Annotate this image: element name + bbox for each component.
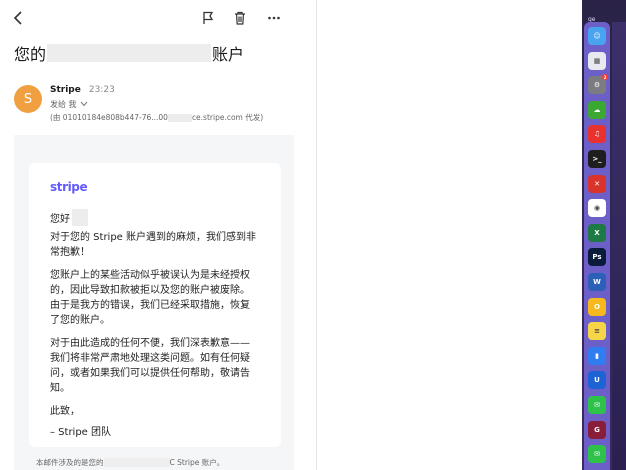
- excel-icon[interactable]: X: [588, 223, 606, 242]
- greeting: 您好: [50, 208, 259, 226]
- chevron-down-icon: [80, 100, 88, 109]
- message-card: stripe 您好 对于您的 Stripe 账户遇到的麻烦，我们感到非常抱歉！ …: [29, 163, 281, 447]
- subject-prefix: 您的: [14, 45, 47, 64]
- redacted-block: [167, 113, 192, 122]
- email-reader-pane: 您的 账户 S Stripe 23:23 发给 我 (由 01010184e80…: [0, 0, 316, 470]
- dock: ☺ ▦ ⚙ 2 ☁ ♫ >_ ✕ ◉ X Ps W O ≡ ▮ U ✉ G ✉: [584, 22, 610, 470]
- sent-time: 23:23: [88, 85, 115, 95]
- blue-app-icon[interactable]: ▮: [588, 346, 606, 365]
- greeting-text: 您好: [50, 213, 70, 225]
- notes-icon[interactable]: ≡: [588, 322, 606, 341]
- chrome-icon[interactable]: ◉: [588, 199, 606, 218]
- pane-divider: [316, 0, 317, 470]
- paragraph-signature: – Stripe 团队: [50, 427, 112, 438]
- yellow-app-icon[interactable]: O: [588, 297, 606, 316]
- green-cloud-app-icon[interactable]: ☁: [588, 100, 606, 119]
- system-settings-icon[interactable]: ⚙ 2: [588, 74, 608, 95]
- wechat-work-icon[interactable]: ✉: [588, 445, 606, 464]
- redacted-block: [103, 458, 170, 467]
- footer-prefix: 本邮件涉及的是您的: [36, 458, 104, 467]
- photoshop-icon[interactable]: Ps: [588, 248, 606, 267]
- recipient-label: 发给 我: [50, 100, 77, 109]
- terminal-icon[interactable]: >_: [588, 150, 606, 168]
- sender-avatar[interactable]: S: [14, 85, 42, 113]
- email-subject: 您的 账户: [14, 41, 244, 65]
- more-horizontal-icon[interactable]: [264, 8, 284, 28]
- u-app-icon[interactable]: U: [588, 371, 606, 390]
- footer-suffix: C Stripe 账户。: [169, 458, 225, 467]
- recipient-toggle[interactable]: 发给 我: [50, 99, 88, 110]
- sent-via-line: (由 01010184e808b447-76...00 ce.stripe.co…: [50, 112, 263, 123]
- footer-note: 本邮件涉及的是您的 C Stripe 账户。: [36, 457, 224, 468]
- red-remote-app-icon[interactable]: ✕: [588, 174, 606, 193]
- dock-edge: [612, 22, 626, 470]
- redacted-block: [72, 208, 88, 226]
- paragraph-contact: 对于由此造成的任何不便，我们深表歉意——我们将非常严肃地处理这类问题。如有任何疑…: [50, 338, 250, 394]
- via-prefix: (由 01010184e808b447-76...00: [50, 113, 168, 122]
- paragraph-closing: 此致，: [50, 406, 80, 417]
- wechat-icon[interactable]: ✉: [588, 396, 606, 414]
- redacted-block: [47, 44, 212, 62]
- via-suffix: ce.stripe.com 代发): [191, 113, 264, 122]
- subject-suffix: 账户: [212, 45, 245, 64]
- paragraph-restored: 您账户上的某些活动似乎被误认为是未经授权的，因此导致扣款被拒以及您的账户被废除。…: [50, 270, 250, 326]
- paragraph-apology: 对于您的 Stripe 账户遇到的麻烦，我们感到非常抱歉！: [50, 232, 257, 258]
- red-audio-app-icon[interactable]: ♫: [588, 125, 606, 144]
- finder-icon[interactable]: ☺: [588, 27, 606, 45]
- sender-name[interactable]: Stripe: [50, 85, 81, 95]
- pdf-app-icon[interactable]: G: [588, 420, 606, 439]
- email-body: stripe 您好 对于您的 Stripe 账户遇到的麻烦，我们感到非常抱歉！ …: [14, 135, 294, 470]
- stripe-logo: stripe: [50, 180, 88, 194]
- trash-icon[interactable]: [230, 8, 250, 28]
- flag-icon[interactable]: [198, 8, 218, 28]
- launchpad-icon[interactable]: ▦: [588, 51, 606, 70]
- sender-line: Stripe 23:23: [50, 85, 115, 95]
- notification-badge: 2: [602, 74, 608, 81]
- word-icon[interactable]: W: [588, 273, 606, 291]
- chevron-left-icon[interactable]: [9, 8, 29, 28]
